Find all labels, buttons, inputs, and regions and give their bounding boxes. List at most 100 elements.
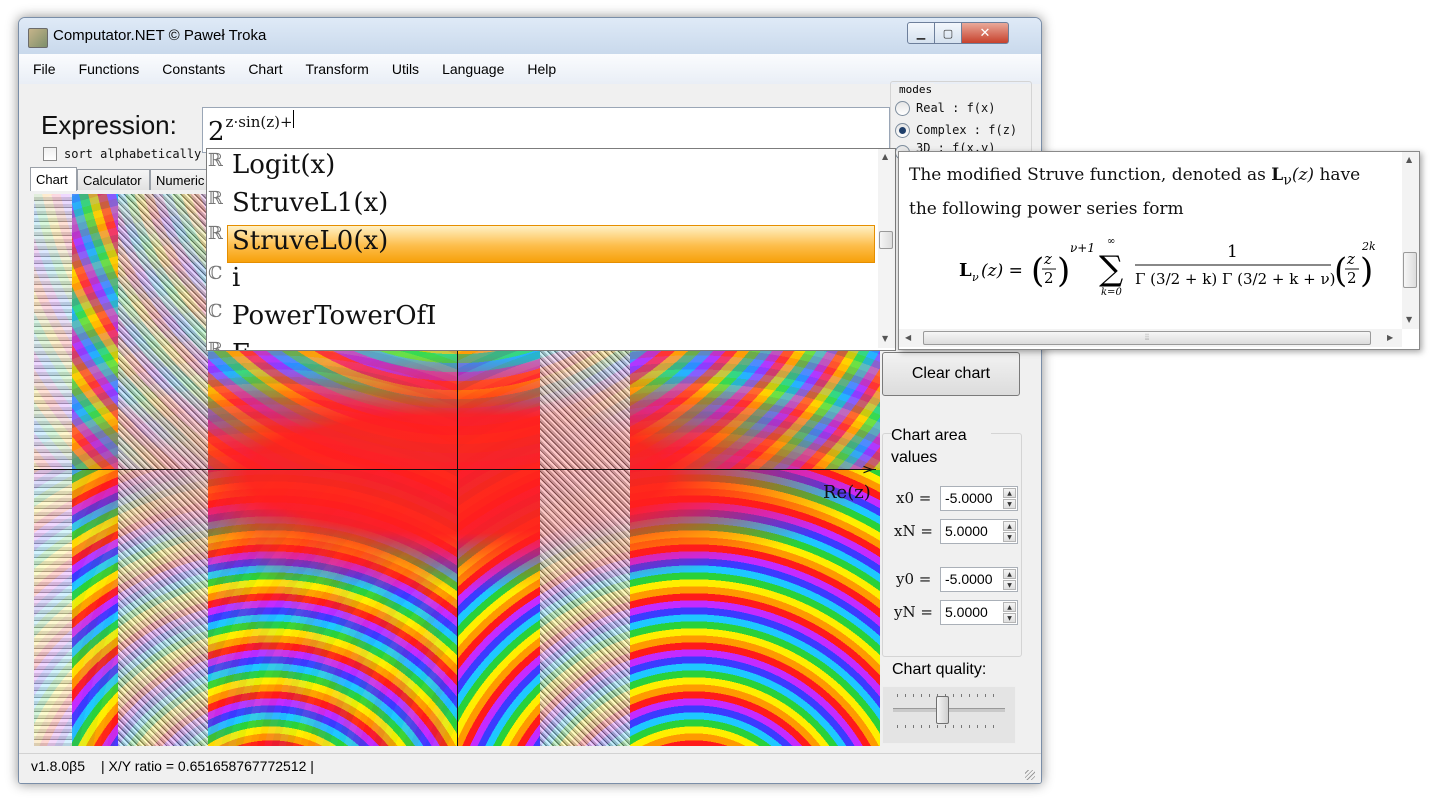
scrollbar-thumb[interactable] bbox=[879, 231, 893, 249]
slider-thumb[interactable] bbox=[935, 696, 949, 724]
yN-value: 5.0000 bbox=[945, 604, 988, 620]
modes-title: modes bbox=[897, 83, 935, 96]
yN-up-arrow-icon[interactable]: ▲ bbox=[1003, 602, 1016, 612]
chart-noise-band bbox=[34, 194, 72, 746]
mode-real-label[interactable]: Real : f(x) bbox=[916, 101, 995, 115]
formula-power2: 2k bbox=[1361, 240, 1376, 253]
xN-up-arrow-icon[interactable]: ▲ bbox=[1003, 521, 1016, 531]
clear-chart-button[interactable]: Clear chart bbox=[882, 352, 1020, 396]
formula-frac-num: z bbox=[1043, 250, 1052, 268]
sort-alphabetically-label: sort alphabetically bbox=[64, 147, 202, 161]
chart-quality-slider[interactable] bbox=[882, 686, 1016, 744]
menu-transform[interactable]: Transform bbox=[292, 61, 378, 77]
menu-chart[interactable]: Chart bbox=[234, 61, 291, 77]
scroll-down-arrow-icon[interactable]: ▼ bbox=[1406, 315, 1412, 324]
y0-value: -5.0000 bbox=[945, 571, 993, 587]
window-title: Computator.NET © Paweł Troka bbox=[53, 27, 267, 44]
x0-value: -5.0000 bbox=[945, 490, 993, 506]
autocomplete-item[interactable]: ℝ E bbox=[207, 338, 875, 351]
real-axis-arrow: > bbox=[862, 462, 874, 478]
scroll-down-arrow-icon[interactable]: ▼ bbox=[882, 334, 888, 343]
doc-horizontal-scrollbar[interactable]: ◀ ⦙⦙ ▶ bbox=[899, 329, 1402, 347]
doc-symbol: L bbox=[1271, 165, 1284, 185]
formula-sum-top: ∞ bbox=[1107, 238, 1115, 247]
x0-up-arrow-icon[interactable]: ▲ bbox=[1003, 488, 1016, 498]
y0-up-arrow-icon[interactable]: ▲ bbox=[1003, 569, 1016, 579]
autocomplete-item-name: E bbox=[232, 339, 251, 350]
formula-lhs-arg: (z) = bbox=[981, 261, 1023, 281]
doc-symbol-sub: ν bbox=[1283, 172, 1292, 189]
xN-down-arrow-icon[interactable]: ▼ bbox=[1003, 532, 1016, 542]
autocomplete-item-name: StruveL0(x) bbox=[232, 226, 389, 256]
doc-vertical-scrollbar[interactable]: ▲ ▼ bbox=[1402, 152, 1419, 329]
complex-type-icon: ℂ bbox=[208, 301, 223, 322]
xN-value: 5.0000 bbox=[945, 523, 988, 539]
function-doc-panel: The modified Struve function, denoted as… bbox=[898, 151, 1420, 350]
formula-frac-den: 2 bbox=[1044, 269, 1054, 287]
sort-alphabetically-checkbox[interactable] bbox=[43, 147, 57, 161]
real-type-icon: ℝ bbox=[208, 188, 223, 209]
menu-help[interactable]: Help bbox=[513, 61, 565, 77]
text-caret bbox=[292, 110, 294, 128]
autocomplete-scrollbar[interactable]: ▲ ▼ bbox=[878, 149, 895, 348]
autocomplete-item[interactable]: ℝ Logit(x) bbox=[207, 149, 875, 187]
autocomplete-popup: ℝ Logit(x) ℝ StruveL1(x) ℝ StruveL0(x) ℂ… bbox=[206, 148, 896, 351]
menu-bar: File Functions Constants Chart Transform… bbox=[19, 54, 1041, 84]
autocomplete-item[interactable]: ℂ PowerTowerOfI bbox=[207, 300, 875, 338]
doc-symbol-arg: (z) bbox=[1291, 165, 1315, 185]
yN-input[interactable]: 5.0000 ▲ ▼ bbox=[940, 600, 1018, 625]
scroll-up-arrow-icon[interactable]: ▲ bbox=[882, 152, 888, 161]
expression-input[interactable]: 2z·sin(z)+ bbox=[202, 107, 890, 153]
complex-type-icon: ℂ bbox=[208, 263, 223, 284]
menu-language[interactable]: Language bbox=[428, 61, 513, 77]
status-bar: v1.8.0β5 | X/Y ratio = 0.651658767772512… bbox=[19, 753, 1041, 783]
formula-numerator: 1 bbox=[1227, 242, 1238, 262]
autocomplete-item[interactable]: ℂ i bbox=[207, 262, 875, 300]
menu-file[interactable]: File bbox=[19, 61, 65, 77]
formula-paren-open: ( bbox=[1031, 251, 1044, 291]
tab-calculator[interactable]: Calculator bbox=[77, 169, 150, 190]
xN-input[interactable]: 5.0000 ▲ ▼ bbox=[940, 519, 1018, 544]
title-bar[interactable]: Computator.NET © Paweł Troka ▁ ▢ ✕ bbox=[19, 18, 1041, 54]
yN-label: yN = bbox=[894, 603, 933, 621]
expression-exponent: z·sin(z)+ bbox=[225, 113, 293, 131]
autocomplete-item-selected[interactable]: StruveL0(x) bbox=[227, 225, 875, 263]
scroll-up-arrow-icon[interactable]: ▲ bbox=[1406, 155, 1412, 164]
formula-sum-bottom: k=0 bbox=[1101, 287, 1122, 298]
doc-text-before: The modified Struve function, denoted as bbox=[909, 165, 1272, 185]
tab-chart[interactable]: Chart bbox=[30, 167, 77, 191]
minimize-button[interactable]: ▁ bbox=[907, 22, 935, 44]
autocomplete-item[interactable]: ℝ StruveL1(x) bbox=[207, 187, 875, 225]
autocomplete-item-name: i bbox=[232, 263, 241, 293]
x0-down-arrow-icon[interactable]: ▼ bbox=[1003, 499, 1016, 509]
resize-grip-icon[interactable] bbox=[1025, 770, 1035, 780]
mode-complex-radio[interactable] bbox=[895, 123, 910, 138]
mode-complex-label[interactable]: Complex : f(z) bbox=[916, 123, 1017, 137]
maximize-button[interactable]: ▢ bbox=[934, 22, 962, 44]
scroll-right-arrow-icon[interactable]: ▶ bbox=[1387, 333, 1393, 342]
expression-value: 2z·sin(z)+ bbox=[208, 110, 294, 147]
yN-down-arrow-icon[interactable]: ▼ bbox=[1003, 613, 1016, 623]
real-axis bbox=[34, 469, 876, 470]
menu-constants[interactable]: Constants bbox=[148, 61, 234, 77]
x0-input[interactable]: -5.0000 ▲ ▼ bbox=[940, 486, 1018, 511]
y0-input[interactable]: -5.0000 ▲ ▼ bbox=[940, 567, 1018, 592]
menu-utils[interactable]: Utils bbox=[378, 61, 428, 77]
mode-real-radio[interactable] bbox=[895, 101, 910, 116]
scrollbar-thumb[interactable]: ⦙⦙ bbox=[923, 331, 1371, 345]
struve-series-formula: L ν (z) = ( z 2 ) ν+1 ∞ ∑ k=0 1 Γ (3/2 +… bbox=[959, 238, 1376, 298]
real-type-icon: ℝ bbox=[208, 339, 223, 351]
close-button[interactable]: ✕ bbox=[961, 22, 1009, 44]
formula-denominator: Γ (3/2 + k) Γ (3/2 + k + ν) bbox=[1135, 270, 1335, 288]
expression-label: Expression: bbox=[41, 110, 177, 140]
autocomplete-item-name: StruveL1(x) bbox=[232, 188, 389, 218]
y0-down-arrow-icon[interactable]: ▼ bbox=[1003, 580, 1016, 590]
slider-track bbox=[893, 708, 1005, 712]
version-text: v1.8.0β5 bbox=[31, 758, 85, 774]
x0-label: x0 = bbox=[896, 489, 932, 507]
real-axis-label: Re(z) bbox=[823, 482, 871, 503]
autocomplete-item-name: PowerTowerOfI bbox=[232, 301, 437, 331]
scrollbar-thumb[interactable] bbox=[1403, 252, 1417, 288]
menu-functions[interactable]: Functions bbox=[65, 61, 149, 77]
scroll-left-arrow-icon[interactable]: ◀ bbox=[905, 333, 911, 342]
